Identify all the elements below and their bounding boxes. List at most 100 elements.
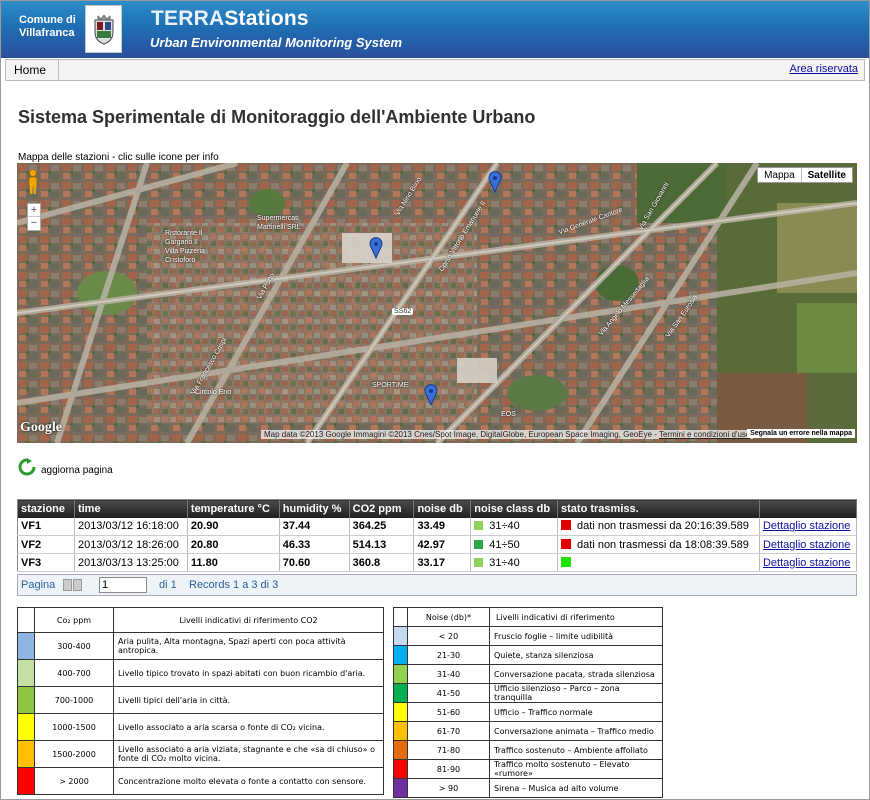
noise-legend-range-header: Noise (db)* <box>407 607 490 627</box>
nav-bar: Home Area riservata <box>5 59 865 81</box>
map-terms-link[interactable]: Termini e condizioni d'uso <box>659 430 750 439</box>
station-time: 2013/03/12 18:26:00 <box>74 535 188 554</box>
station-detail-link[interactable]: Dettaglio stazione <box>763 539 850 551</box>
pegman-icon[interactable] <box>26 169 40 195</box>
map-label-restaurant: Ristorante Il <box>165 230 203 237</box>
station-id: VF3 <box>17 553 75 572</box>
map-label-supermarket: Supermercati <box>257 215 299 222</box>
map-label-sportime: SPORTIME <box>372 382 409 389</box>
station-humidity: 46.33 <box>279 535 350 554</box>
refresh-page-link[interactable]: aggiorna pagina <box>41 465 113 476</box>
noise-legend-swatch <box>393 645 408 665</box>
refresh-icon[interactable] <box>18 458 36 476</box>
column-header-actions <box>759 499 858 518</box>
pager-records: Records 1 a 3 di 3 <box>189 579 279 591</box>
report-map-error-link[interactable]: Segnala un errore nella mappa <box>747 429 855 438</box>
noise-legend-desc: Ufficio silenzioso – Parco – zona tranqu… <box>489 683 663 703</box>
noise-class-label: 31÷40 <box>489 556 520 569</box>
station-noise-class: 31÷40 <box>470 553 559 572</box>
station-detail-cell: Dettaglio stazione <box>759 517 858 536</box>
co2-legend-row: 700-1000 Livelli tipici dell'aria in citt… <box>17 686 384 714</box>
column-header-time: time <box>74 499 188 518</box>
map-type-map-button[interactable]: Mappa <box>758 168 801 182</box>
co2-legend-table: Co₂ ppm Livelli indicativi di riferiment… <box>17 607 384 795</box>
noise-legend-desc: Quiete, stanza silenziosa <box>489 645 663 665</box>
tagline: Urban Environmental Monitoring System <box>150 35 403 50</box>
brand-logo: TERRAStations <box>151 7 309 31</box>
org-name: Comune di Villafranca <box>19 14 76 40</box>
map-type-satellite-button[interactable]: Satellite <box>800 168 852 182</box>
station-marker-icon[interactable] <box>424 384 438 406</box>
co2-legend-row: 300-400 Aria pulita, Alta montagna, Spazi… <box>17 632 384 660</box>
noise-legend-swatch <box>393 759 408 779</box>
co2-legend-swatch-header <box>17 607 35 633</box>
noise-legend-swatch <box>393 702 408 722</box>
noise-legend-table: Noise (db)* Livelli indicativi di riferi… <box>393 607 663 798</box>
noise-legend-row: 81-90 Traffico molto sostenuto – Elevato … <box>393 759 663 779</box>
page-title: Sistema Sperimentale di Monitoraggio del… <box>18 107 536 127</box>
org-name-line2: Villafranca <box>19 27 75 39</box>
co2-legend-swatch <box>17 740 35 768</box>
pager-page-input[interactable] <box>99 577 147 593</box>
crest-icon <box>94 14 114 45</box>
nav-home-link[interactable]: Home <box>6 60 59 80</box>
column-header-station: stazione <box>17 499 75 518</box>
header-banner: Comune di Villafranca TERRAStations Urba… <box>1 1 869 58</box>
station-marker-icon[interactable] <box>369 237 383 259</box>
column-header-temperature: temperature °C <box>187 499 280 518</box>
column-header-status: stato trasmiss. <box>557 499 760 518</box>
noise-legend-desc: Traffico molto sostenuto – Elevato «rumo… <box>489 759 663 779</box>
co2-legend-header: Co₂ ppm Livelli indicativi di riferiment… <box>17 607 384 633</box>
map-label-eos: EOS <box>501 411 516 418</box>
station-detail-link[interactable]: Dettaglio stazione <box>763 557 850 569</box>
noise-legend-swatch <box>393 740 408 760</box>
station-temperature: 20.90 <box>187 517 280 536</box>
satellite-map[interactable]: Supermercati Martinelli SRL Ristorante I… <box>17 163 857 443</box>
pager-prev-button[interactable] <box>73 579 82 591</box>
column-header-noise-class: noise class db <box>470 499 559 518</box>
co2-legend-desc: Livello associato a aria scarsa o fonte … <box>113 713 384 741</box>
station-noise: 42.97 <box>413 535 472 554</box>
noise-legend-swatch <box>393 664 408 684</box>
station-humidity: 70.60 <box>279 553 350 572</box>
co2-legend-range: > 2000 <box>34 767 114 795</box>
status-indicator <box>561 538 572 549</box>
stations-table-header: stazione time temperature °C humidity % … <box>17 499 858 518</box>
noise-legend-range: 41-50 <box>407 683 490 703</box>
noise-legend-row: > 90 Sirena – Musica ad alto volume <box>393 778 663 798</box>
stations-table: stazione time temperature °C humidity % … <box>17 499 858 572</box>
station-noise: 33.17 <box>413 553 472 572</box>
co2-legend-range-header: Co₂ ppm <box>34 607 114 633</box>
column-header-co2: CO2 ppm <box>349 499 415 518</box>
co2-legend-range: 300-400 <box>34 632 114 660</box>
noise-legend-swatch-header <box>393 607 408 627</box>
reserved-area-link[interactable]: Area riservata <box>790 63 858 75</box>
map-label-supermarket-2: Martinelli SRL <box>257 224 301 231</box>
noise-class-swatch <box>474 539 484 549</box>
station-humidity: 37.44 <box>279 517 350 536</box>
map-label-circolo: Circolo Eno <box>195 389 232 396</box>
map-credits: Map data ©2013 Google Immagini ©2013 Cne… <box>261 430 754 439</box>
status-indicator <box>561 556 572 567</box>
co2-legend-swatch <box>17 632 35 660</box>
zoom-in-button[interactable]: + <box>28 204 40 217</box>
zoom-out-button[interactable]: − <box>28 217 40 230</box>
co2-legend-range: 1000-1500 <box>34 713 114 741</box>
station-detail-link[interactable]: Dettaglio stazione <box>763 520 850 532</box>
noise-legend-range: 71-80 <box>407 740 490 760</box>
station-id: VF2 <box>17 535 75 554</box>
status-text: dati non trasmessi da 20:16:39.589 <box>577 520 749 533</box>
page: Comune di Villafranca TERRAStations Urba… <box>0 0 870 800</box>
station-marker-icon[interactable] <box>488 171 502 193</box>
station-id: VF1 <box>17 517 75 536</box>
pager-nav-buttons <box>63 579 82 591</box>
station-detail-cell: Dettaglio stazione <box>759 553 858 572</box>
table-row: VF3 2013/03/13 13:25:00 11.80 70.60 360.8 33.… <box>17 553 858 572</box>
noise-legend-range: 61-70 <box>407 721 490 741</box>
noise-legend-swatch <box>393 778 408 798</box>
co2-legend-range: 1500-2000 <box>34 740 114 768</box>
station-noise-class: 31÷40 <box>470 517 559 536</box>
pager-first-button[interactable] <box>63 579 72 591</box>
column-header-humidity: humidity % <box>279 499 350 518</box>
co2-legend-desc: Aria pulita, Alta montagna, Spazi aperti… <box>113 632 384 660</box>
